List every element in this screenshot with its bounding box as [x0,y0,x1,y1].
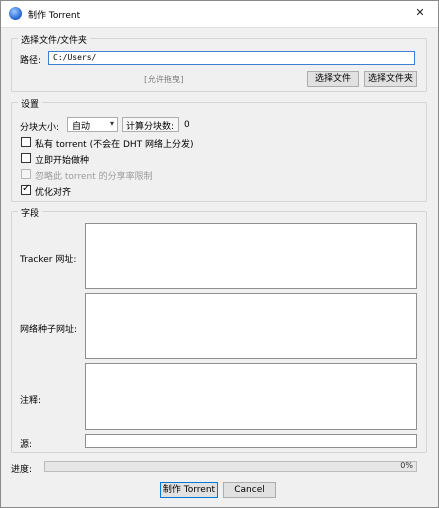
progress-bar: 0% [44,461,417,472]
calculate-pieces-label: 计算分块数: [126,122,175,132]
check-icon: ✓ [22,183,31,194]
create-torrent-button[interactable]: 制作 Torrent [160,482,218,498]
comment-input[interactable] [85,363,417,430]
app-globe-icon [9,7,22,20]
tracker-url-label: Tracker 网址: [20,255,77,265]
cancel-button[interactable]: Cancel [223,482,276,498]
path-label: 路径: [20,56,42,66]
private-torrent-checkbox[interactable] [21,137,31,147]
title-bar[interactable]: 制作 Torrent ✕ [1,1,438,28]
path-input[interactable]: C:/Users/ [48,51,415,65]
progress-label: 进度: [11,465,33,475]
piece-size-label: 分块大小: [20,123,60,133]
optimize-alignment-label: 优化对齐 [35,188,72,198]
source-label: 源: [20,440,33,450]
start-seeding-label: 立即开始做种 [35,156,90,166]
source-group-legend: 选择文件/文件夹 [18,33,91,46]
calculate-pieces-button[interactable]: 计算分块数: [122,117,179,132]
piece-count-value: 0 [184,120,190,130]
comment-label: 注释: [20,396,42,406]
source-input[interactable] [85,434,417,448]
progress-value: 0% [400,461,413,470]
web-seed-url-label: 网络种子网址: [20,325,78,335]
settings-group-legend: 设置 [18,97,43,110]
web-seed-url-input[interactable] [85,293,417,359]
drop-hint: [允许拖曳] [143,75,185,84]
tracker-url-input[interactable] [85,223,417,289]
close-icon[interactable]: ✕ [412,5,428,21]
create-torrent-window: 制作 Torrent ✕ 选择文件/文件夹 路径: C:/Users/ [允许拖… [0,0,439,508]
piece-size-value: 自动 [72,122,91,132]
chevron-down-icon: ▾ [109,119,114,128]
ignore-ratio-checkbox [21,169,31,179]
optimize-alignment-checkbox[interactable]: ✓ [21,183,31,195]
window-title: 制作 Torrent [28,11,81,21]
piece-size-select[interactable]: 自动 ▾ [67,117,118,132]
fields-group-legend: 字段 [18,206,43,219]
select-file-button[interactable]: 选择文件 [307,71,359,87]
select-folder-button[interactable]: 选择文件夹 [364,71,417,87]
private-torrent-label: 私有 torrent (不会在 DHT 网络上分发) [35,140,194,150]
ignore-ratio-label: 忽略此 torrent 的分享率限制 [35,172,153,182]
start-seeding-checkbox[interactable] [21,153,31,163]
